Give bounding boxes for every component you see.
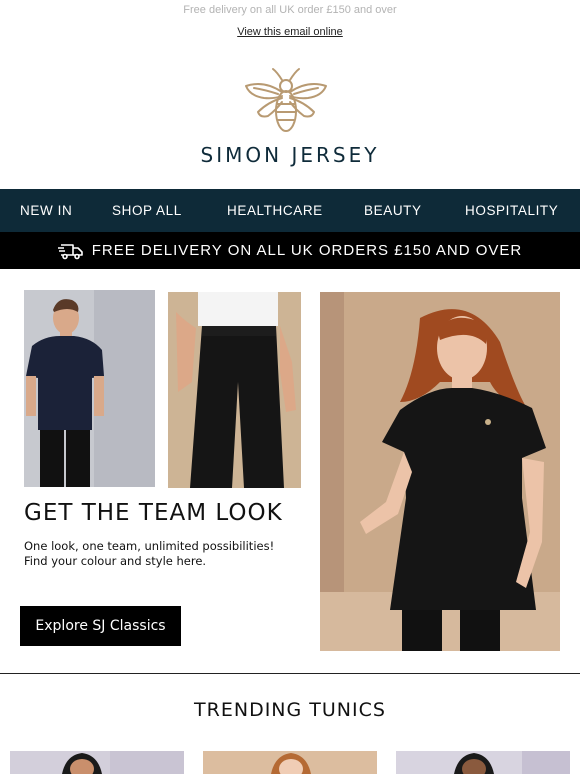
free-delivery-banner[interactable]: FREE DELIVERY ON ALL UK ORDERS £150 AND … (0, 232, 580, 269)
view-online-container: View this email online (0, 26, 580, 38)
hero-subcopy: One look, one team, unlimited possibilit… (24, 539, 314, 569)
section-divider (0, 673, 580, 674)
hero-photo-tunic[interactable] (320, 292, 560, 651)
nav-item-hospitality[interactable]: HOSPITALITY (465, 203, 558, 218)
nav-item-shop-all[interactable]: SHOP ALL (112, 203, 182, 218)
truck-icon (57, 242, 84, 260)
brand-wordmark[interactable]: SIMON JERSEY (0, 143, 580, 167)
main-nav: NEW IN SHOP ALL HEALTHCARE BEAUTY HOSPIT… (0, 189, 580, 232)
nav-item-new-in[interactable]: NEW IN (20, 203, 72, 218)
bee-icon[interactable] (242, 66, 330, 136)
product-tile-3[interactable] (396, 751, 570, 774)
preheader-text: Free delivery on all UK order £150 and o… (183, 4, 397, 16)
nav-item-healthcare[interactable]: HEALTHCARE (227, 203, 323, 218)
hero-headline: GET THE TEAM LOOK (24, 500, 283, 526)
hero-subcopy-line1: One look, one team, unlimited possibilit… (24, 539, 275, 553)
product-tile-2[interactable] (203, 751, 377, 774)
view-online-link[interactable]: View this email online (237, 26, 343, 38)
free-delivery-text: FREE DELIVERY ON ALL UK ORDERS £150 AND … (91, 242, 523, 259)
trending-tunics-title: TRENDING TUNICS (194, 699, 386, 721)
hero-photo-polo[interactable] (24, 290, 155, 487)
nav-item-beauty[interactable]: BEAUTY (364, 203, 422, 218)
hero-subcopy-line2: Find your colour and style here. (24, 554, 207, 568)
explore-sj-classics-button[interactable]: Explore SJ Classics (20, 606, 181, 646)
hero-photo-trousers[interactable] (168, 292, 301, 488)
product-tile-1[interactable] (10, 751, 184, 774)
